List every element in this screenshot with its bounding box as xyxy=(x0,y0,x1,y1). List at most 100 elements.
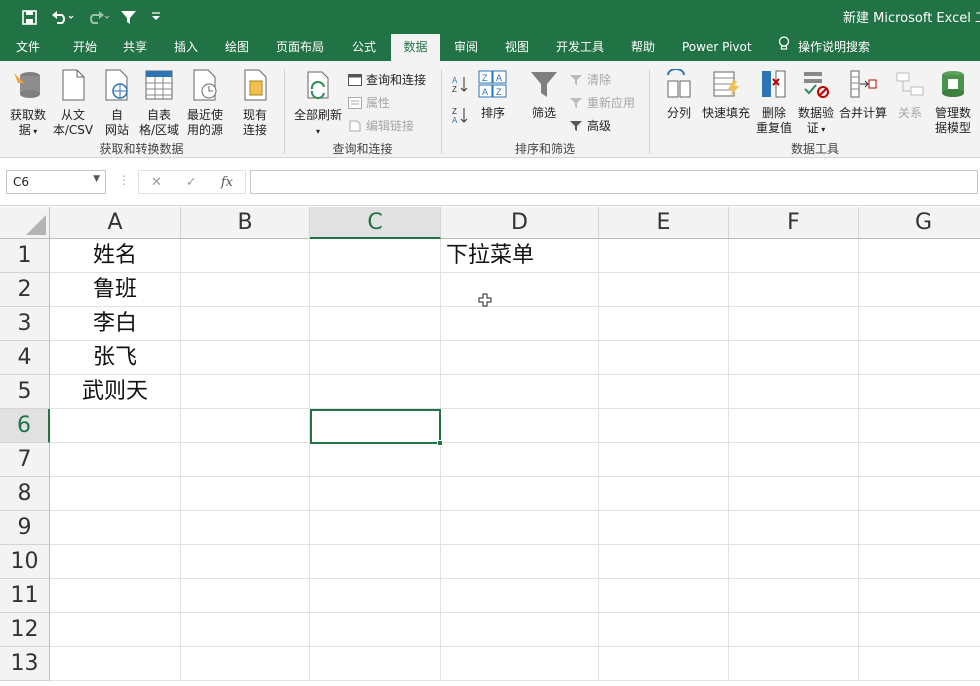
cell-a10[interactable] xyxy=(50,545,181,579)
name-box[interactable]: C6 ▼ xyxy=(6,170,106,194)
cell-g4[interactable] xyxy=(859,341,980,375)
column-header-a[interactable]: A xyxy=(50,207,181,239)
cell-d4[interactable] xyxy=(441,341,599,375)
row-header[interactable]: 8 xyxy=(0,477,50,511)
relationships-button[interactable]: 关系 xyxy=(892,69,928,121)
refresh-all-button[interactable]: 全部刷新 ▾ xyxy=(292,69,344,139)
row-header[interactable]: 1 xyxy=(0,239,50,273)
cell-e2[interactable] xyxy=(599,273,729,307)
tab-help[interactable]: 帮助 xyxy=(631,34,655,61)
tab-review[interactable]: 审阅 xyxy=(454,34,478,61)
cell-a1[interactable]: 姓名 xyxy=(50,239,181,273)
cell-f7[interactable] xyxy=(729,443,859,477)
cell-f6[interactable] xyxy=(729,409,859,443)
from-text-csv-button[interactable]: 从文 本/CSV xyxy=(50,69,96,138)
cell-g6[interactable] xyxy=(859,409,980,443)
column-header-c[interactable]: C xyxy=(310,207,441,239)
cell-e6[interactable] xyxy=(599,409,729,443)
filter-button[interactable]: 筛选 xyxy=(525,69,563,121)
column-header-e[interactable]: E xyxy=(599,207,729,239)
select-all-button[interactable] xyxy=(0,207,50,239)
advanced-filter-button[interactable]: 高级 xyxy=(569,117,611,134)
cell-a2[interactable]: 鲁班 xyxy=(50,273,181,307)
cell-g8[interactable] xyxy=(859,477,980,511)
row-header[interactable]: 11 xyxy=(0,579,50,613)
tab-file[interactable]: 文件 xyxy=(16,34,40,61)
cell-d3[interactable] xyxy=(441,307,599,341)
tab-home[interactable]: 开始 xyxy=(73,34,97,61)
cell-g9[interactable] xyxy=(859,511,980,545)
row-header[interactable]: 4 xyxy=(0,341,50,375)
cell-g7[interactable] xyxy=(859,443,980,477)
cell-d11[interactable] xyxy=(441,579,599,613)
cell-b9[interactable] xyxy=(181,511,310,545)
cell-g5[interactable] xyxy=(859,375,980,409)
cell-g13[interactable] xyxy=(859,647,980,681)
edit-links-button[interactable]: 编辑链接 xyxy=(348,117,414,134)
active-cell-border[interactable] xyxy=(310,409,441,444)
sort-descending-button[interactable]: ZA xyxy=(452,106,468,127)
cell-g3[interactable] xyxy=(859,307,980,341)
cell-g11[interactable] xyxy=(859,579,980,613)
cell-f4[interactable] xyxy=(729,341,859,375)
tab-power-pivot[interactable]: Power Pivot xyxy=(682,34,752,61)
filter-icon[interactable] xyxy=(118,0,138,34)
cell-c7[interactable] xyxy=(310,443,441,477)
existing-connections-button[interactable]: 现有 连接 xyxy=(234,69,276,138)
cell-c9[interactable] xyxy=(310,511,441,545)
cell-c13[interactable] xyxy=(310,647,441,681)
cell-g1[interactable] xyxy=(859,239,980,273)
cell-f10[interactable] xyxy=(729,545,859,579)
column-header-d[interactable]: D xyxy=(441,207,599,239)
cell-f12[interactable] xyxy=(729,613,859,647)
cell-e12[interactable] xyxy=(599,613,729,647)
column-header-f[interactable]: F xyxy=(729,207,859,239)
tab-data[interactable]: 数据 xyxy=(391,34,440,61)
cell-f13[interactable] xyxy=(729,647,859,681)
cell-f3[interactable] xyxy=(729,307,859,341)
queries-connections-button[interactable]: 查询和连接 xyxy=(348,71,426,88)
cell-c8[interactable] xyxy=(310,477,441,511)
row-header[interactable]: 9 xyxy=(0,511,50,545)
worksheet-grid[interactable]: A B C D E F G 1 2 3 4 5 6 7 8 9 10 11 12… xyxy=(0,207,980,686)
properties-button[interactable]: 属性 xyxy=(348,94,390,111)
cell-g2[interactable] xyxy=(859,273,980,307)
sort-ascending-button[interactable]: AZ xyxy=(452,75,468,96)
cell-c5[interactable] xyxy=(310,375,441,409)
cell-c12[interactable] xyxy=(310,613,441,647)
cell-b6[interactable] xyxy=(181,409,310,443)
row-header[interactable]: 3 xyxy=(0,307,50,341)
text-to-columns-button[interactable]: 分列 xyxy=(660,68,698,121)
tab-insert[interactable]: 插入 xyxy=(174,34,198,61)
cell-c1[interactable] xyxy=(310,239,441,273)
cell-a5[interactable]: 武则天 xyxy=(50,375,181,409)
cell-b8[interactable] xyxy=(181,477,310,511)
row-header[interactable]: 2 xyxy=(0,273,50,307)
cell-f11[interactable] xyxy=(729,579,859,613)
redo-icon[interactable] xyxy=(84,0,114,34)
cell-a6[interactable] xyxy=(50,409,181,443)
cell-b5[interactable] xyxy=(181,375,310,409)
cell-b12[interactable] xyxy=(181,613,310,647)
cell-e7[interactable] xyxy=(599,443,729,477)
cell-d8[interactable] xyxy=(441,477,599,511)
cell-f5[interactable] xyxy=(729,375,859,409)
reapply-button[interactable]: 重新应用 xyxy=(569,94,635,111)
cell-b7[interactable] xyxy=(181,443,310,477)
formula-input[interactable] xyxy=(250,170,978,194)
cell-e10[interactable] xyxy=(599,545,729,579)
row-header[interactable]: 10 xyxy=(0,545,50,579)
cell-a3[interactable]: 李白 xyxy=(50,307,181,341)
chevron-down-icon[interactable]: ▼ xyxy=(93,174,100,184)
flash-fill-button[interactable]: 快速填充 xyxy=(700,69,752,121)
cell-d9[interactable] xyxy=(441,511,599,545)
cell-b1[interactable] xyxy=(181,239,310,273)
cell-a7[interactable] xyxy=(50,443,181,477)
cell-g10[interactable] xyxy=(859,545,980,579)
cell-c3[interactable] xyxy=(310,307,441,341)
cell-b2[interactable] xyxy=(181,273,310,307)
cell-a11[interactable] xyxy=(50,579,181,613)
row-header[interactable]: 12 xyxy=(0,613,50,647)
cell-e4[interactable] xyxy=(599,341,729,375)
cell-c10[interactable] xyxy=(310,545,441,579)
